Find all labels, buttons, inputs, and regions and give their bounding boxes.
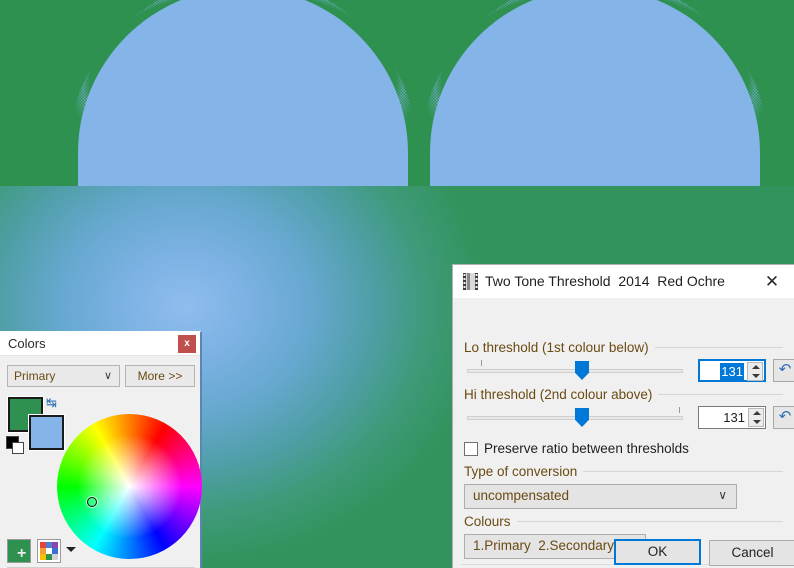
hi-threshold-value: 131: [723, 410, 745, 425]
dialog-titlebar[interactable]: Two Tone Threshold 2014 Red Ochre ✕: [453, 265, 794, 298]
hi-threshold-input[interactable]: 131: [698, 406, 766, 429]
preserve-ratio-checkbox[interactable]: Preserve ratio between thresholds: [464, 441, 689, 456]
secondary-color-swatch[interactable]: [28, 414, 65, 451]
hi-threshold-slider[interactable]: [467, 407, 683, 427]
reset-colors-icon[interactable]: [6, 436, 24, 454]
more-button[interactable]: More >>: [125, 365, 195, 387]
palette-dropdown-arrow-icon[interactable]: [66, 547, 76, 552]
color-mode-select[interactable]: Primary ∨: [7, 365, 120, 387]
film-strip-icon: [463, 273, 478, 290]
spinner-down-icon[interactable]: [749, 418, 763, 427]
slider-tick: [481, 360, 482, 366]
conversion-type-select[interactable]: uncompensated ∨: [464, 484, 737, 509]
chevron-down-icon: ∨: [718, 488, 727, 502]
dome-dither-edge-left: [69, 0, 417, 186]
lo-spinner-buttons[interactable]: [747, 362, 763, 381]
canvas-thresholded-region: [0, 0, 794, 186]
spinner-down-icon[interactable]: [748, 372, 762, 381]
colors-panel-titlebar[interactable]: Colors x: [0, 332, 200, 356]
colors-panel: Colors x Primary ∨ More >> ↹ +: [0, 331, 202, 568]
swap-colors-icon[interactable]: ↹: [46, 396, 60, 410]
add-color-button[interactable]: +: [7, 539, 31, 563]
chevron-down-icon: ∨: [103, 370, 112, 382]
lo-threshold-reset-button[interactable]: ↶: [773, 359, 794, 382]
colors-panel-title: Colors: [8, 336, 46, 351]
dialog-title: Two Tone Threshold 2014 Red Ochre: [485, 273, 725, 289]
conversion-group-label: Type of conversion: [464, 464, 584, 479]
hi-group-rule: [656, 394, 783, 395]
hi-spinner-buttons[interactable]: [748, 408, 764, 427]
two-tone-threshold-dialog: Two Tone Threshold 2014 Red Ochre ✕ Lo t…: [452, 264, 794, 568]
plus-icon: +: [17, 545, 27, 562]
slider-tick: [679, 407, 680, 413]
colours-group-rule: [515, 521, 783, 522]
hi-threshold-group-label: Hi threshold (2nd colour above): [464, 387, 659, 402]
lo-threshold-group-label: Lo threshold (1st colour below): [464, 340, 655, 355]
lo-threshold-slider[interactable]: [467, 360, 683, 380]
palette-grid-icon: [40, 542, 58, 560]
color-wheel[interactable]: [57, 414, 202, 559]
palette-button[interactable]: [37, 539, 61, 563]
color-wheel-cursor[interactable]: [87, 497, 97, 507]
hi-threshold-reset-button[interactable]: ↶: [773, 406, 794, 429]
color-mode-value: Primary: [14, 369, 56, 383]
reset-white-square: [12, 442, 24, 454]
lo-threshold-value: 131: [720, 363, 744, 381]
preserve-ratio-label: Preserve ratio between thresholds: [484, 441, 689, 456]
slider-thumb[interactable]: [575, 408, 589, 427]
close-icon[interactable]: ✕: [760, 271, 784, 293]
spinner-up-icon[interactable]: [748, 363, 762, 372]
spinner-up-icon[interactable]: [749, 409, 763, 418]
colors-panel-body: Primary ∨ More >> ↹ +: [0, 356, 202, 568]
checkbox-box: [464, 441, 478, 456]
slider-thumb[interactable]: [575, 361, 589, 380]
close-icon[interactable]: x: [178, 335, 196, 353]
dome-dither-edge-right: [421, 0, 769, 186]
conversion-type-value: uncompensated: [473, 488, 570, 503]
lo-group-rule: [655, 347, 783, 348]
conversion-group-rule: [575, 471, 783, 472]
lo-threshold-input[interactable]: 131: [698, 359, 766, 382]
colours-value: 1.Primary 2.Secondary: [473, 538, 615, 553]
cancel-button[interactable]: Cancel: [709, 540, 794, 566]
app-root: Colors x Primary ∨ More >> ↹ + Two Tone …: [0, 0, 794, 568]
dialog-body: Lo threshold (1st colour below) 131 ↶ Hi…: [453, 298, 794, 568]
colours-group-label: Colours: [464, 514, 517, 529]
ok-button[interactable]: OK: [614, 539, 701, 565]
